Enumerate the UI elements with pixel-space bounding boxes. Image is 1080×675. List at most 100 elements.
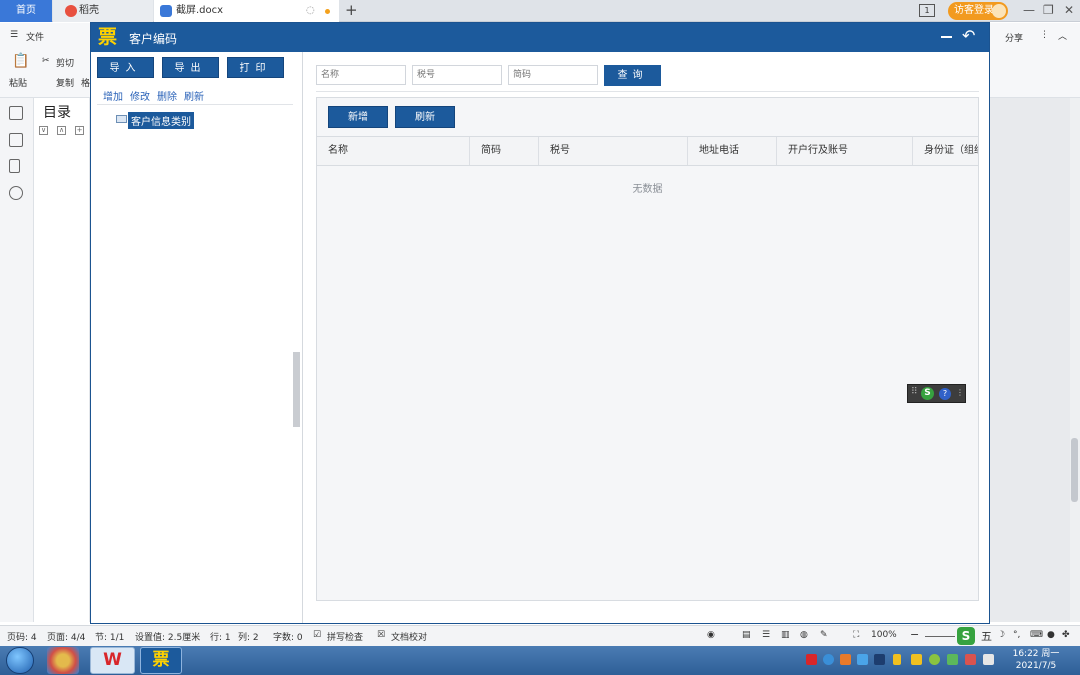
cut-button[interactable]: 剪切 bbox=[56, 56, 74, 69]
tray-security-icon[interactable] bbox=[929, 654, 940, 665]
sogou-logo-icon[interactable]: S bbox=[957, 627, 975, 645]
tax-id-search-input[interactable] bbox=[412, 65, 502, 85]
outline-icon[interactable] bbox=[9, 106, 23, 120]
write-view-icon[interactable]: ✎ bbox=[820, 630, 828, 640]
search-icon[interactable] bbox=[9, 186, 23, 200]
tray-key-icon[interactable] bbox=[911, 654, 922, 665]
share-button[interactable]: 分享 bbox=[1005, 31, 1023, 44]
spellcheck-icon[interactable]: ☑ bbox=[313, 630, 321, 640]
pane-splitter-handle[interactable] bbox=[293, 352, 300, 427]
toc-expand-icon[interactable]: ∧ bbox=[57, 126, 66, 135]
column-header-id-card[interactable]: 身份证（组织 bbox=[912, 137, 978, 165]
moon-icon[interactable]: ☽ bbox=[997, 630, 1005, 640]
guest-login-button[interactable]: 访客登录 bbox=[948, 2, 1008, 20]
bookmark-icon[interactable] bbox=[9, 159, 20, 173]
spellcheck-button[interactable]: 拼写检查 bbox=[327, 630, 363, 643]
delete-category-link[interactable]: 删除 bbox=[157, 92, 177, 103]
add-category-link[interactable]: 增加 bbox=[103, 92, 123, 103]
sogou-ime-icon[interactable]: S bbox=[921, 387, 934, 400]
punctuation-icon[interactable]: °, bbox=[1013, 630, 1020, 640]
page-count[interactable]: 页面: 4/4 bbox=[47, 630, 85, 643]
taskbar-app-color-icon[interactable] bbox=[47, 647, 79, 674]
return-button[interactable]: ↶ bbox=[962, 26, 975, 45]
tab-home[interactable]: 首页 bbox=[0, 0, 52, 22]
column-header-address-phone[interactable]: 地址电话 bbox=[687, 137, 776, 165]
chapter-icon[interactable] bbox=[9, 133, 23, 147]
word-count[interactable]: 字数: 0 bbox=[273, 630, 303, 643]
user-icon[interactable]: ● bbox=[1047, 630, 1055, 640]
minimize-button[interactable] bbox=[941, 36, 952, 38]
paste-icon[interactable]: 📋 bbox=[12, 53, 29, 69]
skin-icon[interactable]: ✤ bbox=[1062, 630, 1070, 640]
edit-category-link[interactable]: 修改 bbox=[130, 92, 150, 103]
new-tab-button[interactable]: + bbox=[345, 1, 358, 19]
close-icon[interactable]: ✕ bbox=[1064, 3, 1074, 17]
zoom-out-icon[interactable]: − bbox=[910, 628, 919, 641]
section-info[interactable]: 节: 1/1 bbox=[95, 630, 124, 643]
name-search-input[interactable] bbox=[316, 65, 406, 85]
restore-icon[interactable]: ❐ bbox=[1043, 3, 1054, 17]
tray-signal-icon[interactable] bbox=[983, 654, 994, 665]
taskbar-invoice-app-button[interactable]: 票 bbox=[140, 647, 182, 674]
format-painter-button[interactable]: 格 bbox=[81, 76, 90, 89]
minimize-icon[interactable]: — bbox=[1023, 3, 1035, 17]
web-view-icon[interactable]: ◍ bbox=[800, 630, 808, 640]
ime-menu-icon[interactable]: ⋮ bbox=[956, 388, 964, 397]
paste-button[interactable]: 粘贴 bbox=[9, 76, 27, 89]
file-menu[interactable]: 文件 bbox=[26, 30, 44, 43]
page-view-icon[interactable]: ▤ bbox=[742, 630, 751, 640]
column-info[interactable]: 列: 2 bbox=[238, 630, 259, 643]
reading-view-icon[interactable]: ▥ bbox=[781, 630, 790, 640]
tray-network-app-icon[interactable] bbox=[857, 654, 868, 665]
add-customer-button[interactable]: 新增 bbox=[328, 106, 388, 128]
fit-page-icon[interactable]: ⛶ bbox=[853, 630, 859, 640]
import-button[interactable]: 导入 bbox=[97, 57, 154, 78]
export-button[interactable]: 导出 bbox=[162, 57, 219, 78]
tray-sogou-icon[interactable] bbox=[947, 654, 958, 665]
eye-protection-icon[interactable]: ◉ bbox=[707, 630, 715, 640]
ime-mode-indicator[interactable]: 五 bbox=[981, 628, 992, 644]
collapse-ribbon-icon[interactable]: ︿ bbox=[1058, 29, 1067, 42]
tray-app-icon[interactable] bbox=[840, 654, 851, 665]
column-header-bank-account[interactable]: 开户行及账号 bbox=[776, 137, 912, 165]
system-clock[interactable]: 16:22 周一 2021/7/5 bbox=[1010, 648, 1062, 672]
refresh-grid-button[interactable]: 刷新 bbox=[395, 106, 455, 128]
setting-value[interactable]: 设置值: 2.5厘米 bbox=[135, 630, 200, 643]
zoom-level[interactable]: 100% bbox=[871, 630, 897, 640]
refresh-category-link[interactable]: 刷新 bbox=[184, 92, 204, 103]
tray-tax-icon[interactable] bbox=[874, 654, 885, 665]
proofread-button[interactable]: 文档校对 bbox=[391, 630, 427, 643]
tray-browser-icon[interactable] bbox=[823, 654, 834, 665]
tab-daoke[interactable]: 稻壳 bbox=[53, 0, 153, 22]
keyboard-icon[interactable]: ⌨ bbox=[1030, 630, 1043, 640]
proofread-icon[interactable]: ☒ bbox=[377, 630, 385, 640]
toc-add-icon[interactable]: + bbox=[75, 126, 84, 135]
short-code-search-input[interactable] bbox=[508, 65, 598, 85]
tray-volume-icon[interactable] bbox=[965, 654, 976, 665]
query-button[interactable]: 查询 bbox=[604, 65, 661, 86]
column-header-short-code[interactable]: 简码 bbox=[469, 137, 538, 165]
taskbar-wps-button[interactable]: W bbox=[90, 647, 135, 674]
menu-icon[interactable]: ☰ bbox=[10, 30, 18, 40]
start-button[interactable] bbox=[6, 647, 34, 674]
column-header-tax-id[interactable]: 税号 bbox=[538, 137, 687, 165]
print-button[interactable]: 打印 bbox=[227, 57, 284, 78]
zoom-slider[interactable] bbox=[925, 636, 955, 637]
page-count-badge[interactable]: 1 bbox=[919, 4, 935, 17]
comment-icon[interactable]: ◌ bbox=[306, 5, 315, 16]
ime-toolbar[interactable]: ⠿ S ? ⋮ bbox=[907, 384, 966, 403]
scrollbar-thumb[interactable] bbox=[1071, 438, 1078, 502]
vertical-scrollbar[interactable] bbox=[1070, 98, 1080, 622]
page-number[interactable]: 页码: 4 bbox=[7, 630, 37, 643]
toc-collapse-icon[interactable]: ∨ bbox=[39, 126, 48, 135]
tray-wps-icon[interactable] bbox=[806, 654, 817, 665]
help-icon[interactable]: ? bbox=[939, 388, 951, 400]
outline-view-icon[interactable]: ☰ bbox=[762, 630, 770, 640]
column-header-name[interactable]: 名称 bbox=[317, 137, 469, 165]
more-icon[interactable]: ⋮ bbox=[1040, 30, 1049, 40]
copy-button[interactable]: 复制 bbox=[56, 76, 74, 89]
cut-icon[interactable]: ✂ bbox=[42, 56, 50, 66]
row-info[interactable]: 行: 1 bbox=[210, 630, 231, 643]
drag-handle-icon[interactable]: ⠿ bbox=[911, 387, 918, 397]
tray-usb-icon[interactable] bbox=[893, 654, 901, 665]
